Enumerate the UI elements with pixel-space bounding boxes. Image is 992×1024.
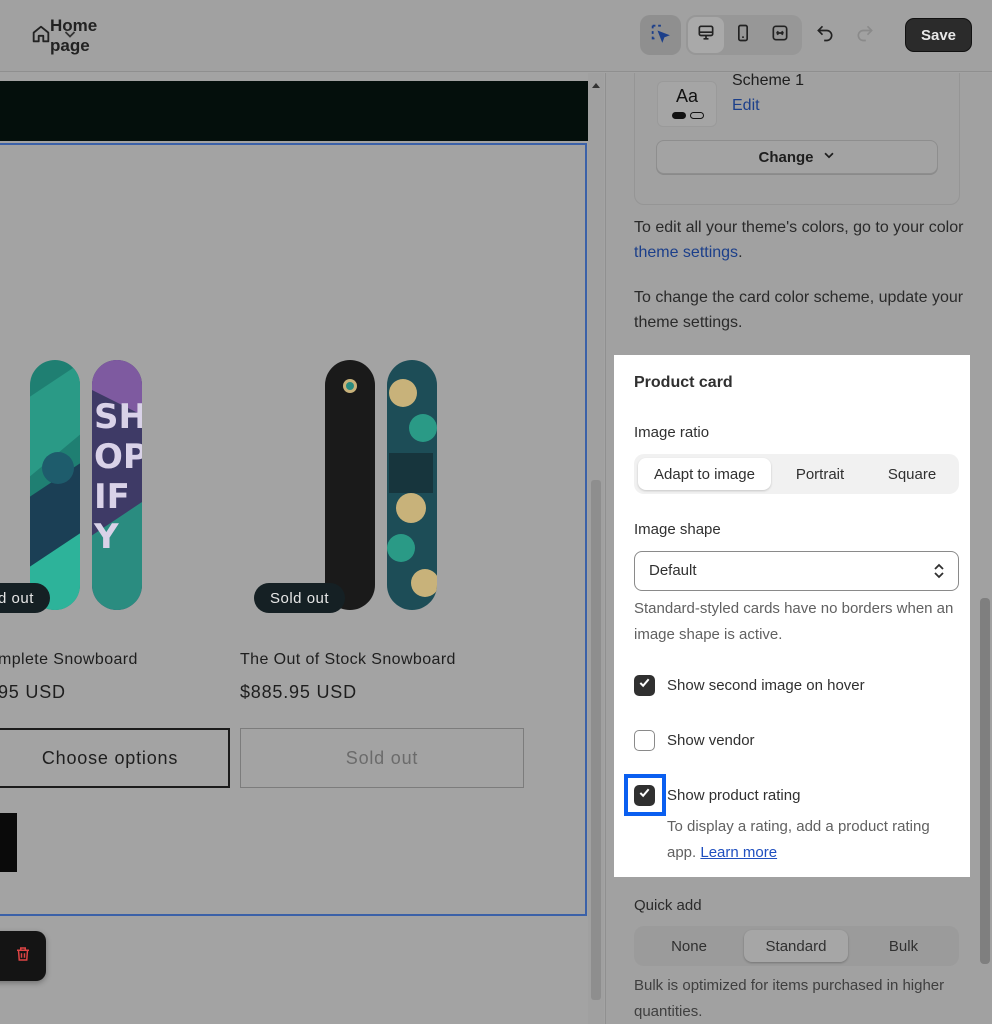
settings-scrollbar-thumb[interactable] [980, 598, 990, 964]
image-shape-label: Image shape [634, 521, 721, 538]
change-scheme-button[interactable]: Change [656, 140, 938, 174]
learn-more-link[interactable]: Learn more [700, 844, 777, 861]
view-all-button[interactable] [0, 813, 17, 872]
quick-add-segmented-control: None Standard Bulk [634, 926, 959, 966]
settings-panel: Aa Scheme 1 Edit Change To edit all your… [605, 73, 992, 1024]
show-vendor-checkbox[interactable]: Show vendor [634, 729, 755, 751]
image-ratio-portrait-option[interactable]: Portrait [775, 458, 865, 490]
chevron-down-icon [822, 148, 836, 166]
image-ratio-square-option[interactable]: Square [869, 458, 955, 490]
product-image-1[interactable]: SH OP IF Y [28, 358, 148, 613]
product-title[interactable]: mplete Snowboard [0, 651, 138, 669]
page-selector[interactable]: Home page [30, 16, 97, 55]
theme-preview: SH OP IF Y d out mplete Snowboard 95 USD… [0, 73, 604, 1024]
page-selector-label: Home page [50, 16, 98, 55]
inspector-toggle[interactable] [642, 17, 678, 53]
image-shape-help: Standard-styled cards have no borders wh… [634, 600, 954, 643]
checkbox-unchecked[interactable] [634, 729, 655, 751]
scheme-preview-text: Aa [675, 86, 699, 106]
choose-options-button[interactable]: Choose options [0, 728, 230, 788]
card-scheme-note: To change the card color scheme, update … [634, 289, 964, 331]
sold-out-badge: Sold out [254, 583, 346, 613]
sold-out-badge: d out [0, 583, 50, 613]
trash-icon [14, 945, 32, 968]
scroll-up-arrow[interactable] [592, 83, 600, 88]
top-bar: Home page Save [0, 0, 992, 72]
image-shape-value: Default [649, 562, 697, 579]
desktop-view-button[interactable] [688, 17, 724, 53]
show-second-image-checkbox[interactable]: Show second image on hover [634, 674, 865, 696]
scheme-edit-link[interactable]: Edit [732, 97, 760, 115]
cursor-select-icon [649, 22, 671, 49]
color-scheme-card: Aa Scheme 1 Edit Change [634, 73, 960, 205]
quick-add-help: Bulk is optimized for items purchased in… [634, 977, 945, 1020]
delete-section-button[interactable] [0, 931, 46, 981]
quick-add-none-option[interactable]: None [638, 930, 740, 962]
scheme-preview-swatch: Aa [657, 81, 717, 127]
svg-text:OP: OP [94, 437, 148, 477]
theme-settings-link[interactable]: theme settings [634, 244, 738, 261]
desktop-icon [696, 23, 716, 48]
redo-button[interactable] [847, 17, 883, 53]
checkbox-checked[interactable] [634, 674, 655, 696]
checkmark-icon [638, 786, 651, 804]
checkbox-checked[interactable] [634, 784, 655, 806]
product-image-2[interactable] [323, 358, 443, 613]
select-arrows-icon [932, 562, 946, 585]
checkmark-icon [638, 676, 651, 694]
scheme-secondary-pill [690, 112, 704, 119]
svg-text:SH: SH [94, 397, 147, 437]
scheme-primary-pill [672, 112, 686, 119]
save-button[interactable]: Save [905, 18, 972, 52]
show-product-rating-checkbox[interactable]: Show product rating [634, 784, 800, 806]
product-card-heading: Product card [634, 374, 733, 391]
theme-colors-note: To edit all your theme's colors, go to y… [634, 215, 964, 265]
show-vendor-label: Show vendor [667, 731, 755, 749]
sold-out-button[interactable]: Sold out [240, 728, 524, 788]
product-rating-help: To display a rating, add a product ratin… [667, 814, 957, 866]
preview-scrollbar[interactable] [588, 73, 604, 1024]
theme-colors-note-prefix: To edit all your theme's colors, go to y… [634, 219, 964, 236]
announcement-banner [0, 81, 588, 141]
scheme-name: Scheme 1 [732, 73, 805, 89]
product-card-settings: Product card Image ratio Adapt to image … [614, 355, 970, 877]
image-shape-select[interactable]: Default [634, 551, 959, 591]
redo-icon [855, 23, 875, 48]
undo-button[interactable] [807, 17, 843, 53]
product-title[interactable]: The Out of Stock Snowboard [240, 651, 456, 669]
product-price: $885.95 USD [240, 682, 357, 702]
quick-add-label: Quick add [634, 897, 702, 914]
theme-colors-note-suffix: . [738, 244, 743, 261]
preview-scrollbar-thumb[interactable] [591, 480, 601, 1000]
svg-text:Y: Y [93, 517, 119, 557]
expand-horizontal-icon [770, 23, 790, 48]
fullscreen-view-button[interactable] [762, 17, 798, 53]
image-ratio-segmented-control: Adapt to image Portrait Square [634, 454, 959, 494]
product-price: 95 USD [0, 682, 66, 702]
image-ratio-adapt-option[interactable]: Adapt to image [638, 458, 771, 490]
inspector-toggle-group [640, 15, 681, 55]
quick-add-standard-option[interactable]: Standard [744, 930, 848, 962]
image-ratio-label: Image ratio [634, 424, 710, 441]
viewport-switcher [686, 15, 802, 55]
mobile-icon [733, 23, 753, 48]
undo-icon [815, 23, 835, 48]
home-icon [30, 23, 52, 50]
mobile-view-button[interactable] [725, 17, 761, 53]
svg-text:IF: IF [94, 477, 130, 517]
show-product-rating-label: Show product rating [667, 786, 801, 804]
quick-add-bulk-option[interactable]: Bulk [852, 930, 955, 962]
change-scheme-label: Change [758, 148, 814, 166]
show-second-image-label: Show second image on hover [667, 676, 865, 694]
